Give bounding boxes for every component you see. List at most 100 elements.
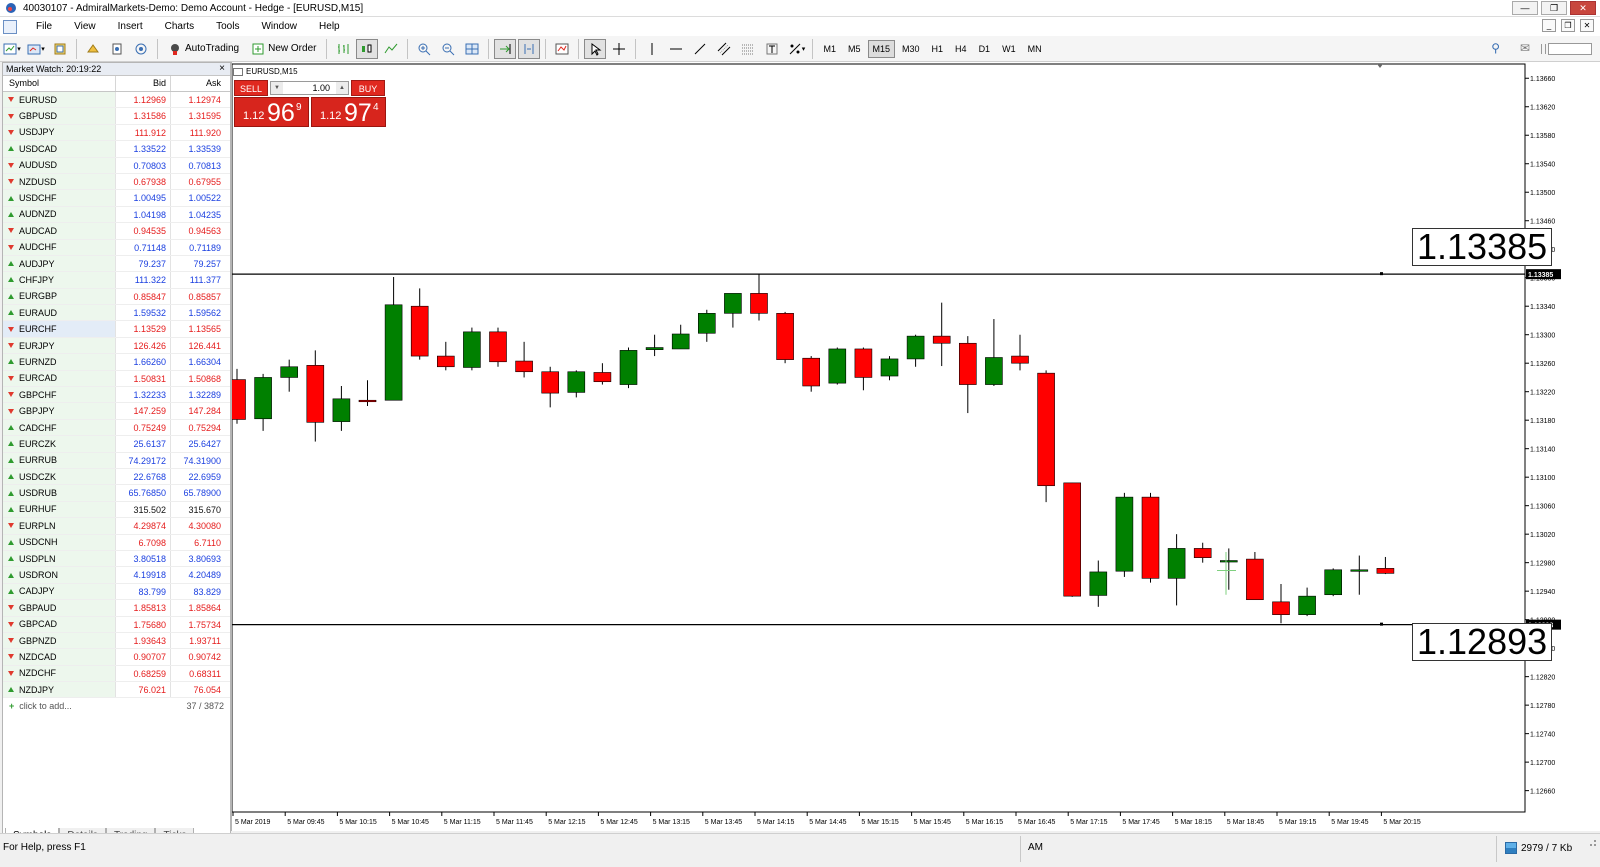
buy-price-button[interactable]: 1.12 97 4: [311, 97, 386, 127]
timeframe-h4[interactable]: H4: [950, 40, 972, 58]
sell-price-button[interactable]: 1.12 96 9: [234, 97, 309, 127]
lot-decrease-button[interactable]: ▼: [271, 82, 283, 94]
menu-tools[interactable]: Tools: [205, 21, 250, 32]
minimize-button[interactable]: —: [1512, 1, 1538, 15]
table-row[interactable]: AUDNZD 1.04198 1.04235: [3, 206, 230, 224]
menu-view[interactable]: View: [63, 21, 107, 32]
text-tool[interactable]: [761, 39, 783, 59]
table-row[interactable]: NZDJPY 76.021 76.054: [3, 682, 230, 699]
table-row[interactable]: GBPAUD 1.85813 1.85864: [3, 600, 230, 617]
table-row[interactable]: AUDJPY 79.237 79.257: [3, 255, 230, 273]
table-row[interactable]: EURCAD 1.50831 1.50868: [3, 370, 230, 388]
vertical-line-tool[interactable]: [641, 39, 663, 59]
indicators-button[interactable]: [551, 39, 573, 59]
lot-size-input[interactable]: [283, 82, 336, 94]
table-row[interactable]: GBPJPY 147.259 147.284: [3, 403, 230, 420]
table-row[interactable]: EURCHF 1.13529 1.13565: [3, 321, 230, 338]
table-row[interactable]: GBPUSD 1.31586 1.31595: [3, 108, 230, 125]
table-row[interactable]: CADCHF 0.75249 0.75294: [3, 419, 230, 437]
timeframe-h1[interactable]: H1: [927, 40, 949, 58]
search-box[interactable]: [1541, 43, 1592, 55]
click-to-add-row[interactable]: + click to add... 37 / 3872: [3, 698, 230, 714]
table-row[interactable]: GBPCHF 1.32233 1.32289: [3, 387, 230, 404]
terminal-toggle[interactable]: [106, 39, 128, 59]
column-symbol[interactable]: Symbol: [3, 76, 116, 91]
table-row[interactable]: USDCAD 1.33522 1.33539: [3, 141, 230, 158]
table-row[interactable]: USDRON 4.19918 4.20489: [3, 567, 230, 584]
menu-charts[interactable]: Charts: [154, 21, 205, 32]
timeframe-m5[interactable]: M5: [843, 40, 866, 58]
trendline-tool[interactable]: [689, 39, 711, 59]
column-ask[interactable]: Ask: [171, 76, 226, 91]
new-chart-button[interactable]: ▾: [1, 39, 23, 59]
candlestick-chart[interactable]: 1.13660 1.13620 1.13580 1.13540 1.13500 1.134…: [232, 62, 1600, 831]
fibonacci-tool[interactable]: [737, 39, 759, 59]
table-row[interactable]: NZDCHF 0.68259 0.68311: [3, 665, 230, 683]
candlestick-chart-button[interactable]: [356, 38, 379, 59]
line-chart-button[interactable]: [380, 39, 402, 59]
cursor-tool-button[interactable]: [584, 38, 607, 59]
table-row[interactable]: CADJPY 83.799 83.829: [3, 583, 230, 601]
maximize-button[interactable]: ❐: [1541, 1, 1567, 15]
table-row[interactable]: GBPCAD 1.75680 1.75734: [3, 616, 230, 633]
table-row[interactable]: EURJPY 126.426 126.441: [3, 337, 230, 355]
autotrading-button[interactable]: AutoTrading: [163, 39, 244, 59]
chart-document-icon[interactable]: [3, 19, 17, 34]
table-row[interactable]: AUDCAD 0.94535 0.94563: [3, 223, 230, 240]
mdi-minimize-button[interactable]: _: [1542, 19, 1556, 32]
table-row[interactable]: USDCNH 6.7098 6.7110: [3, 534, 230, 551]
table-row[interactable]: USDCHF 1.00495 1.00522: [3, 190, 230, 207]
lower-line-label[interactable]: 1.12893: [1412, 623, 1553, 661]
table-row[interactable]: USDPLN 3.80518 3.80693: [3, 550, 230, 568]
shapes-tool[interactable]: ▾: [785, 39, 807, 59]
sell-button[interactable]: SELL: [234, 80, 268, 96]
table-row[interactable]: NZDCAD 0.90707 0.90742: [3, 649, 230, 666]
table-row[interactable]: USDRUB 65.76850 65.78900: [3, 485, 230, 502]
table-row[interactable]: USDJPY 111.912 111.920: [3, 124, 230, 142]
mdi-restore-button[interactable]: ❐: [1561, 19, 1575, 32]
market-watch-close-icon[interactable]: ×: [219, 63, 225, 75]
mdi-close-button[interactable]: ✕: [1580, 19, 1594, 32]
zoom-in-button[interactable]: [413, 39, 435, 59]
timeframe-m1[interactable]: M1: [818, 40, 841, 58]
zoom-out-button[interactable]: [437, 39, 459, 59]
table-row[interactable]: EURPLN 4.29874 4.30080: [3, 518, 230, 535]
table-row[interactable]: EURCZK 25.6137 25.6427: [3, 436, 230, 453]
timeframe-m15[interactable]: M15: [867, 39, 896, 58]
chat-icon[interactable]: ✉: [1520, 41, 1530, 55]
table-row[interactable]: USDCZK 22.6768 22.6959: [3, 468, 230, 486]
equidistant-channel-tool[interactable]: [713, 39, 735, 59]
profiles-button[interactable]: ▾: [25, 39, 47, 59]
connection-status[interactable]: 2979 / 7 Kb: [1505, 842, 1572, 854]
table-row[interactable]: NZDUSD 0.67938 0.67955: [3, 173, 230, 191]
autoscroll-button[interactable]: [494, 38, 517, 59]
table-row[interactable]: AUDCHF 0.71148 0.71189: [3, 239, 230, 256]
close-button[interactable]: ✕: [1570, 1, 1596, 15]
column-bid[interactable]: Bid: [116, 76, 171, 91]
timeframe-d1[interactable]: D1: [974, 40, 996, 58]
crosshair-tool-button[interactable]: [608, 39, 630, 59]
resize-grip-icon[interactable]: [1590, 840, 1596, 846]
table-row[interactable]: EURGBP 0.85847 0.85857: [3, 288, 230, 306]
market-watch-toggle[interactable]: [49, 39, 71, 59]
table-row[interactable]: EURRUB 74.29172 74.31900: [3, 452, 230, 469]
signals-button[interactable]: [130, 39, 152, 59]
tile-windows-button[interactable]: [461, 39, 483, 59]
horizontal-line-tool[interactable]: [665, 39, 687, 59]
chart-window[interactable]: 1.13660 1.13620 1.13580 1.13540 1.13500 1.134…: [231, 62, 1600, 831]
table-row[interactable]: GBPNZD 1.93643 1.93711: [3, 632, 230, 650]
table-row[interactable]: EURHUF 315.502 315.670: [3, 501, 230, 519]
timeframe-w1[interactable]: W1: [997, 40, 1021, 58]
menu-file[interactable]: File: [25, 21, 63, 32]
table-row[interactable]: CHFJPY 111.322 111.377: [3, 272, 230, 289]
chart-shift-button[interactable]: [518, 38, 541, 59]
menu-window[interactable]: Window: [250, 21, 308, 32]
buy-button[interactable]: BUY: [351, 80, 385, 96]
bar-chart-button[interactable]: [332, 39, 354, 59]
menu-help[interactable]: Help: [308, 21, 351, 32]
lot-increase-button[interactable]: ▲: [336, 82, 348, 94]
timeframe-mn[interactable]: MN: [1023, 40, 1047, 58]
table-row[interactable]: EURNZD 1.66260 1.66304: [3, 354, 230, 371]
new-order-button[interactable]: New Order: [246, 39, 321, 59]
table-row[interactable]: EURUSD 1.12969 1.12974: [3, 92, 230, 109]
